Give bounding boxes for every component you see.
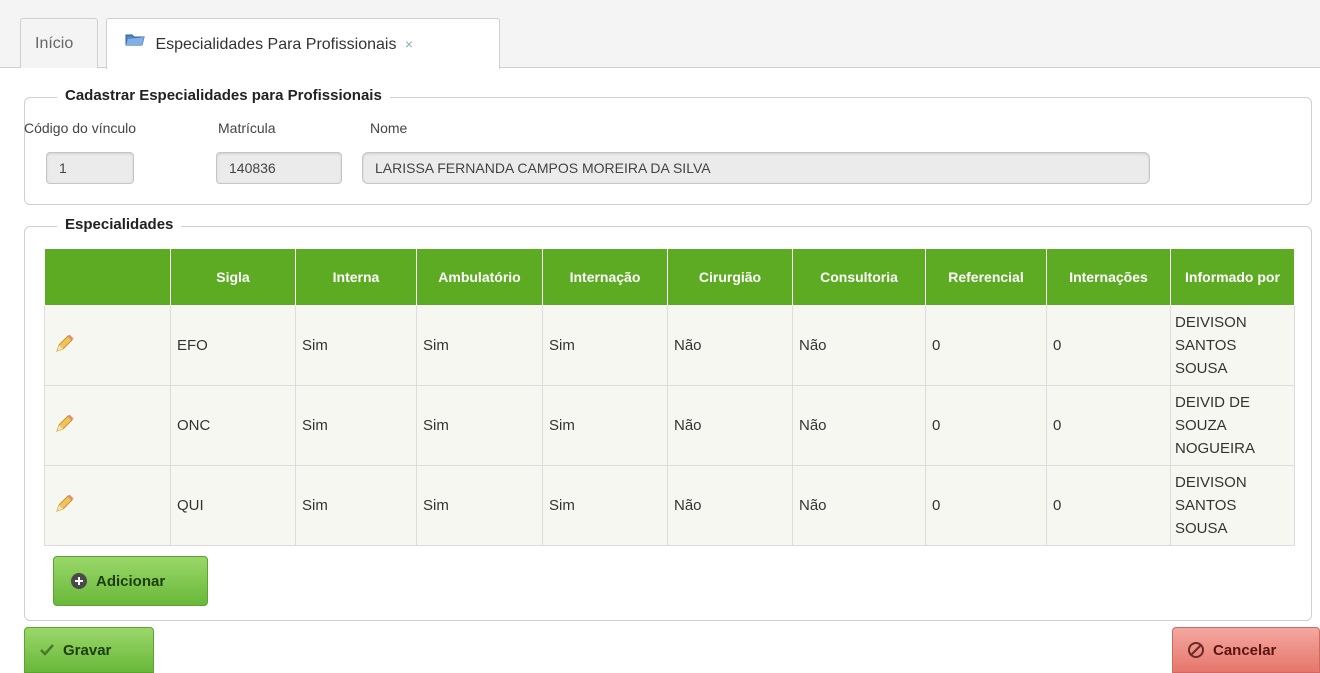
cell-internacao: Sim (542, 385, 668, 466)
folder-icon (125, 18, 145, 68)
col-header-interna[interactable]: Interna (295, 248, 417, 306)
cell-consultoria: Não (792, 465, 926, 546)
col-header-consultoria[interactable]: Consultoria (792, 248, 926, 306)
cell-referencial: 0 (925, 385, 1047, 466)
cancel-button-label: Cancelar (1213, 641, 1277, 659)
col-header-edit (44, 248, 171, 306)
cell-internacao: Sim (542, 305, 668, 386)
cell-internacoes: 0 (1046, 465, 1171, 546)
cell-consultoria: Não (792, 385, 926, 466)
codigo-label: Código do vínculo (24, 120, 137, 136)
especialidades-table: Sigla Interna Ambulatório Internação Cir… (44, 248, 1295, 546)
pencil-icon[interactable] (53, 494, 75, 519)
cell-ambulatorio: Sim (416, 305, 543, 386)
cell-cirurgiao: Não (667, 305, 793, 386)
col-header-referencial[interactable]: Referencial (925, 248, 1047, 306)
cell-internacoes: 0 (1046, 385, 1171, 466)
tab-inicio-label: Início (35, 35, 74, 52)
cell-cirurgiao: Não (667, 465, 793, 546)
add-button[interactable]: Adicionar (53, 556, 208, 606)
pencil-icon[interactable] (53, 414, 75, 439)
edit-cell (44, 465, 171, 546)
nome-field[interactable]: LARISSA FERNANDA CAMPOS MOREIRA DA SILVA (362, 152, 1150, 184)
cancel-icon (1187, 641, 1205, 659)
matricula-field[interactable]: 140836 (216, 152, 342, 184)
cell-interna: Sim (295, 305, 417, 386)
cell-cirurgiao: Não (667, 385, 793, 466)
cell-ambulatorio: Sim (416, 385, 543, 466)
cell-referencial: 0 (925, 305, 1047, 386)
cell-referencial: 0 (925, 465, 1047, 546)
cell-sigla: EFO (170, 305, 296, 386)
cell-internacoes: 0 (1046, 305, 1171, 386)
cancel-button[interactable]: Cancelar (1172, 627, 1320, 673)
col-header-ambulatorio[interactable]: Ambulatório (416, 248, 543, 306)
cell-sigla: ONC (170, 385, 296, 466)
col-header-cirurgiao[interactable]: Cirurgião (667, 248, 793, 306)
table-row: ONC Sim Sim Sim Não Não 0 0 DEIVID DE SO… (44, 385, 1295, 466)
cell-informado-por: DEIVISON SANTOS SOUSA (1170, 465, 1295, 546)
add-button-label: Adicionar (96, 572, 166, 590)
cell-informado-por: DEIVID DE SOUZA NOGUEIRA (1170, 385, 1295, 466)
close-icon[interactable]: × (405, 36, 413, 52)
cell-informado-por: DEIVISON SANTOS SOUSA (1170, 305, 1295, 386)
cell-sigla: QUI (170, 465, 296, 546)
pencil-icon[interactable] (53, 334, 75, 359)
tab-inicio[interactable]: Início (20, 18, 98, 68)
cadastrar-fieldset: Cadastrar Especialidades para Profission… (24, 87, 1312, 205)
cell-consultoria: Não (792, 305, 926, 386)
col-header-sigla[interactable]: Sigla (170, 248, 296, 306)
especialidades-legend: Especialidades (57, 216, 182, 233)
table-row: QUI Sim Sim Sim Não Não 0 0 DEIVISON SAN… (44, 465, 1295, 546)
matricula-label: Matrícula (218, 120, 276, 136)
col-header-internacao[interactable]: Internação (542, 248, 668, 306)
save-button[interactable]: Gravar (24, 627, 154, 673)
plus-circle-icon (70, 572, 88, 590)
edit-cell (44, 305, 171, 386)
cell-interna: Sim (295, 385, 417, 466)
cell-ambulatorio: Sim (416, 465, 543, 546)
table-row: EFO Sim Sim Sim Não Não 0 0 DEIVISON SAN… (44, 305, 1295, 386)
edit-cell (44, 385, 171, 466)
col-header-internacoes[interactable]: Internações (1046, 248, 1171, 306)
save-button-label: Gravar (63, 641, 112, 659)
tab-bar: Início Especialidades Para Profissionais… (0, 0, 1320, 69)
nome-label: Nome (370, 120, 408, 136)
tab-especialidades-label: Especialidades Para Profissionais (155, 36, 397, 53)
cell-interna: Sim (295, 465, 417, 546)
check-icon (39, 642, 55, 658)
cell-internacao: Sim (542, 465, 668, 546)
table-header-row: Sigla Interna Ambulatório Internação Cir… (44, 248, 1295, 306)
cadastrar-legend: Cadastrar Especialidades para Profission… (57, 87, 390, 104)
col-header-informado-por[interactable]: Informado por (1170, 248, 1295, 306)
tab-especialidades[interactable]: Especialidades Para Profissionais × (106, 18, 500, 69)
codigo-field[interactable]: 1 (46, 152, 134, 184)
